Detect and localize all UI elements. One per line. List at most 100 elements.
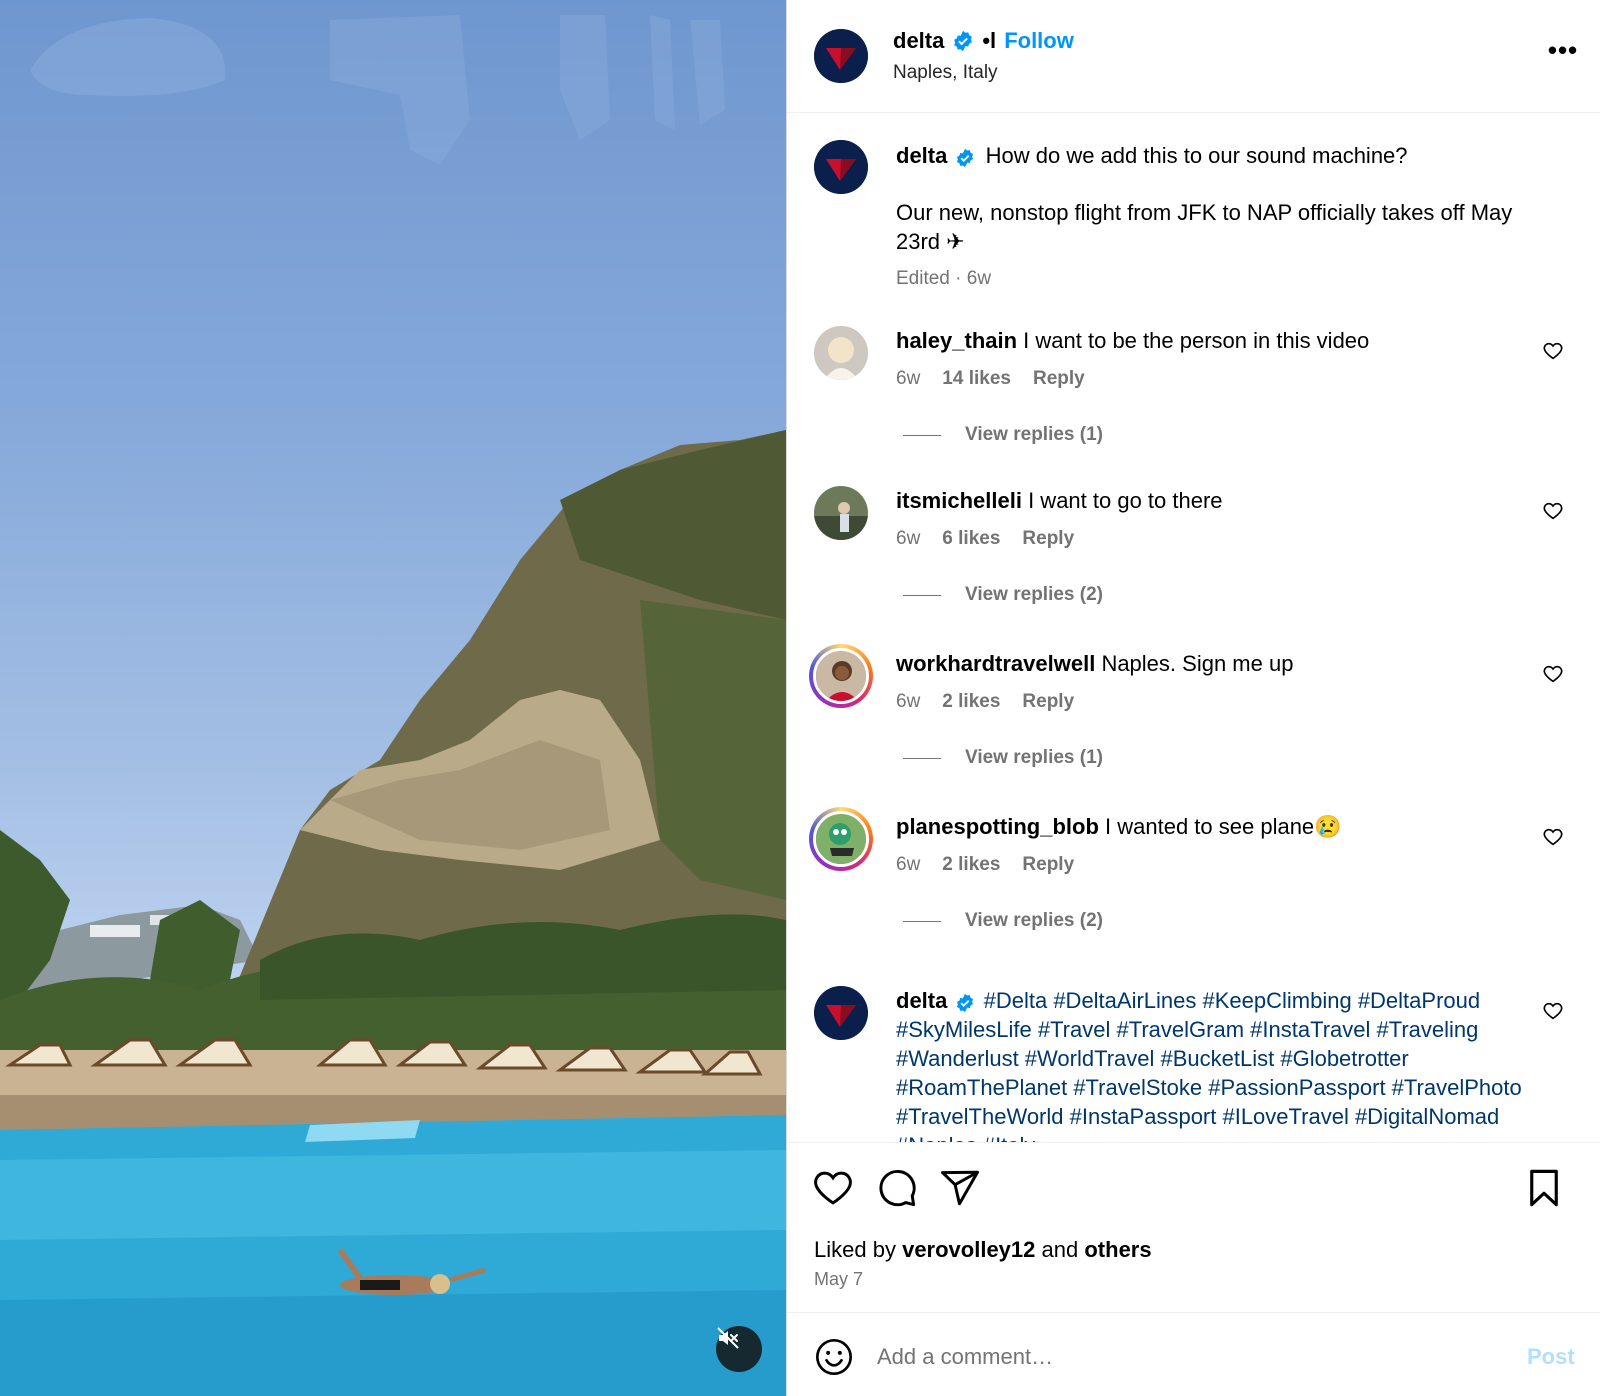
- comment-time[interactable]: 6w: [896, 854, 920, 876]
- comment-text: planespotting_blob I wanted to see plane…: [896, 812, 1516, 841]
- avatar[interactable]: [814, 140, 868, 194]
- view-replies-button[interactable]: View replies (1): [903, 747, 1103, 769]
- post-caption: delta How do we add this to our sound ma…: [896, 141, 1536, 256]
- comments-scroll-area[interactable]: delta How do we add this to our sound ma…: [787, 114, 1600, 1142]
- muted-speaker-icon: [717, 1327, 739, 1349]
- avatar: [813, 811, 869, 867]
- post-date[interactable]: May 7: [814, 1269, 863, 1290]
- comment-meta: 6w 14 likes Reply: [896, 368, 1085, 390]
- heart-icon[interactable]: [1542, 1000, 1564, 1022]
- comment-username[interactable]: delta: [896, 988, 947, 1013]
- comment-time[interactable]: 6w: [896, 691, 920, 713]
- verified-badge-icon: [957, 149, 974, 168]
- avatar[interactable]: [814, 486, 868, 540]
- reply-button[interactable]: Reply: [1022, 528, 1074, 550]
- caption-meta: Edited · 6w: [896, 268, 992, 289]
- delta-logo-icon: [814, 986, 868, 1040]
- delta-logo-icon: [814, 29, 868, 83]
- emoji-icon[interactable]: [814, 1337, 854, 1377]
- view-replies-button[interactable]: View replies (2): [903, 584, 1103, 606]
- user-avatar-image: [814, 486, 868, 540]
- comment-body: I want to go to there: [1028, 488, 1223, 513]
- comment-item: planespotting_blob I wanted to see plane…: [787, 807, 1600, 972]
- liked-by-user[interactable]: verovolley12: [902, 1237, 1035, 1262]
- comment-item: itsmichelleli I want to go to there 6w 6…: [787, 486, 1600, 646]
- verified-badge-icon: [957, 994, 974, 1013]
- avatar[interactable]: [814, 29, 868, 83]
- avatar: [813, 648, 869, 704]
- comment-body: I wanted to see plane😢: [1105, 814, 1342, 839]
- reply-button[interactable]: Reply: [1033, 368, 1085, 390]
- comment-likes[interactable]: 2 likes: [942, 691, 1000, 713]
- video-frame-scene: [0, 15, 786, 1396]
- comment-meta: 6w 2 likes Reply: [896, 854, 1074, 876]
- liked-by-others[interactable]: others: [1084, 1237, 1151, 1262]
- replies-line: [903, 920, 941, 922]
- reply-button[interactable]: Reply: [1022, 854, 1074, 876]
- post-comment-button[interactable]: Post: [1527, 1344, 1575, 1370]
- comment-icon[interactable]: [876, 1167, 918, 1209]
- view-replies-label: View replies (1): [965, 747, 1103, 768]
- follow-button[interactable]: Follow: [1004, 28, 1074, 54]
- post-details-panel: delta •l Follow Naples, Italy ••• delta: [787, 0, 1600, 1396]
- delta-logo-icon: [814, 140, 868, 194]
- caption-username[interactable]: delta: [896, 143, 947, 168]
- comment-text: haley_thain I want to be the person in t…: [896, 326, 1516, 355]
- post-actions: Liked by verovolley12 and others May 7: [787, 1142, 1600, 1318]
- header-username[interactable]: delta: [893, 28, 944, 54]
- share-icon[interactable]: [939, 1167, 981, 1209]
- heart-icon[interactable]: [1542, 500, 1564, 522]
- heart-icon[interactable]: [1542, 826, 1564, 848]
- comment-time[interactable]: 6w: [896, 368, 920, 390]
- view-replies-label: View replies (2): [965, 910, 1103, 931]
- heart-icon[interactable]: [1542, 340, 1564, 362]
- replies-line: [903, 757, 941, 759]
- view-replies-button[interactable]: View replies (1): [903, 424, 1103, 446]
- mute-toggle-button[interactable]: [716, 1326, 762, 1372]
- more-options-button[interactable]: •••: [1543, 37, 1583, 70]
- hashtags[interactable]: #Delta #DeltaAirLines #KeepClimbing #Del…: [896, 988, 1522, 1142]
- post-location[interactable]: Naples, Italy: [893, 62, 998, 84]
- user-avatar-image: [816, 651, 866, 701]
- heart-icon[interactable]: [812, 1167, 854, 1209]
- comment-text: workhardtravelwell Naples. Sign me up: [896, 649, 1516, 678]
- replies-line: [903, 594, 941, 596]
- avatar-story-ring[interactable]: [809, 807, 873, 871]
- comment-item: workhardtravelwell Naples. Sign me up 6w…: [787, 644, 1600, 809]
- replies-line: [903, 434, 941, 436]
- comment-meta: 6w 2 likes Reply: [896, 691, 1074, 713]
- view-replies-label: View replies (2): [965, 584, 1103, 605]
- comment-likes[interactable]: 14 likes: [942, 368, 1011, 390]
- avatar[interactable]: [814, 986, 868, 1040]
- comment-username[interactable]: planespotting_blob: [896, 814, 1099, 839]
- caption-line-1: How do we add this to our sound machine?: [985, 143, 1408, 168]
- comment-username[interactable]: haley_thain: [896, 328, 1017, 353]
- user-avatar-image: [816, 814, 866, 864]
- comment-time[interactable]: 6w: [896, 528, 920, 550]
- user-avatar-image: [814, 326, 868, 380]
- bookmark-icon[interactable]: [1523, 1167, 1565, 1209]
- avatar[interactable]: [814, 326, 868, 380]
- add-comment-bar: Post: [787, 1312, 1600, 1396]
- caption-line-2: Our new, nonstop flight from JFK to NAP …: [896, 200, 1513, 254]
- comment-likes[interactable]: 6 likes: [942, 528, 1000, 550]
- view-replies-button[interactable]: View replies (2): [903, 910, 1103, 932]
- liked-by-and: and: [1041, 1237, 1079, 1262]
- comment-username[interactable]: workhardtravelwell: [896, 651, 1095, 676]
- comment-likes[interactable]: 2 likes: [942, 854, 1000, 876]
- verified-badge-icon: [954, 30, 973, 52]
- liked-by-prefix: Liked by: [814, 1237, 896, 1262]
- hashtag-comment-text: delta #Delta #DeltaAirLines #KeepClimbin…: [896, 986, 1536, 1142]
- liked-by: Liked by verovolley12 and others: [814, 1237, 1152, 1263]
- comment-meta: 6w 6 likes Reply: [896, 528, 1074, 550]
- post-video[interactable]: [0, 0, 786, 1396]
- comment-input[interactable]: [877, 1337, 1477, 1377]
- post-header: delta •l Follow Naples, Italy •••: [787, 0, 1600, 113]
- comment-body: I want to be the person in this video: [1023, 328, 1370, 353]
- avatar-story-ring[interactable]: [809, 644, 873, 708]
- comment-item: delta #Delta #DeltaAirLines #KeepClimbin…: [787, 986, 1600, 1142]
- comment-username[interactable]: itsmichelleli: [896, 488, 1022, 513]
- header-username-row: delta •l Follow: [893, 28, 1074, 54]
- reply-button[interactable]: Reply: [1022, 691, 1074, 713]
- heart-icon[interactable]: [1542, 663, 1564, 685]
